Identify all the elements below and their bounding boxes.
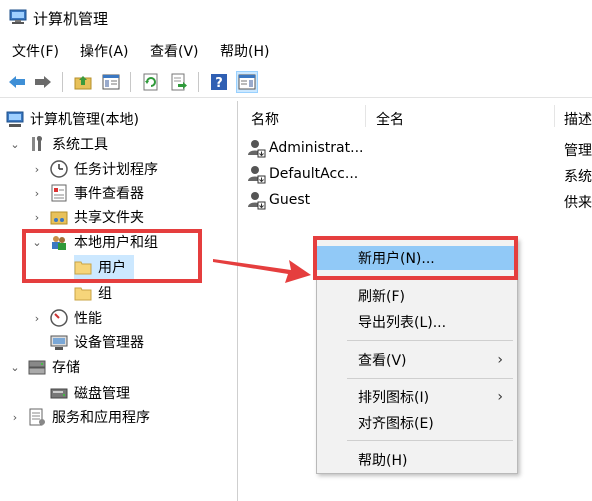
tree-item-services-apps[interactable]: › 服务和应用程序 — [8, 405, 150, 429]
event-viewer-icon — [50, 184, 68, 202]
column-header-fullname[interactable]: 全名 — [376, 109, 404, 129]
chevron-right-icon: › — [497, 352, 503, 368]
device-manager-icon — [50, 333, 68, 351]
column-header-name[interactable]: 名称 — [251, 109, 279, 129]
user-name: DefaultAcc... — [269, 166, 359, 182]
menu-file[interactable]: 文件(F) — [12, 41, 59, 61]
column-header-description[interactable]: 描述 — [564, 109, 592, 129]
chevron-right-icon[interactable]: › — [30, 162, 44, 176]
tree-item-root[interactable]: 计算机管理(本地) — [6, 107, 139, 131]
forward-arrow-icon[interactable] — [32, 71, 54, 93]
tree-item-system-tools[interactable]: ⌄ 系统工具 — [8, 132, 108, 156]
annotation-arrow-icon — [213, 259, 311, 283]
annotation-highlight-box — [313, 236, 518, 280]
menu-item-export-list[interactable]: 导出列表(L)... — [317, 310, 517, 334]
up-folder-icon[interactable] — [72, 71, 94, 93]
console-tree-icon[interactable] — [100, 71, 122, 93]
tree-item-task-scheduler[interactable]: › 任务计划程序 — [30, 157, 158, 181]
user-icon — [246, 138, 266, 158]
export-list-icon[interactable] — [168, 71, 190, 93]
tree-item-device-manager[interactable]: 设备管理器 — [50, 330, 144, 354]
computer-management-icon — [6, 110, 24, 128]
tree-label: 设备管理器 — [74, 335, 144, 351]
tree-label: 任务计划程序 — [74, 162, 158, 178]
tree-label: 计算机管理(本地) — [30, 112, 139, 128]
tree-label: 事件查看器 — [74, 186, 144, 202]
tree-label: 磁盘管理 — [74, 386, 130, 402]
menu-item-arrange-icons[interactable]: 排列图标(I) › — [317, 385, 517, 409]
chevron-right-icon[interactable]: › — [30, 311, 44, 325]
menu-view[interactable]: 查看(V) — [150, 41, 199, 61]
help-icon[interactable]: ? — [208, 71, 230, 93]
tree-label: 服务和应用程序 — [52, 410, 150, 426]
refresh-icon[interactable] — [140, 71, 162, 93]
user-icon — [246, 164, 266, 184]
user-name: Guest — [269, 192, 311, 208]
toolbar: ? — [0, 66, 592, 98]
tree-label: 存储 — [52, 360, 80, 376]
tree-label: 共享文件夹 — [74, 210, 144, 226]
tree-item-shared-folders[interactable]: › 共享文件夹 — [30, 205, 144, 229]
storage-icon — [28, 358, 46, 376]
chevron-right-icon[interactable]: › — [30, 186, 44, 200]
menu-help[interactable]: 帮助(H) — [220, 41, 269, 61]
tree-label: 系统工具 — [52, 137, 108, 153]
tree-item-performance[interactable]: › 性能 — [30, 306, 102, 330]
list-item[interactable]: Administrat... — [246, 137, 363, 159]
disk-icon — [50, 384, 68, 402]
computer-management-icon — [9, 9, 27, 24]
user-description: 系统 — [564, 169, 592, 185]
svg-text:?: ? — [215, 76, 223, 91]
chevron-right-icon[interactable]: › — [8, 410, 22, 424]
list-item[interactable]: DefaultAcc... — [246, 163, 358, 185]
menu-bar: 文件(F) 操作(A) 查看(V) 帮助(H) — [0, 38, 592, 62]
menu-item-refresh[interactable]: 刷新(F) — [317, 284, 517, 308]
menu-item-label: 排列图标(I) — [358, 390, 430, 406]
shared-folder-icon — [50, 208, 68, 226]
services-icon — [28, 408, 46, 426]
performance-icon — [50, 309, 68, 327]
menu-item-help[interactable]: 帮助(H) — [317, 448, 517, 472]
tree-item-event-viewer[interactable]: › 事件查看器 — [30, 181, 144, 205]
tree-label: 组 — [98, 286, 112, 302]
tree-item-disk-management[interactable]: 磁盘管理 — [50, 381, 130, 405]
window-title: 计算机管理 — [33, 10, 109, 28]
menu-action[interactable]: 操作(A) — [80, 41, 129, 61]
user-description: 管理 — [564, 143, 592, 159]
properties-icon[interactable] — [236, 71, 258, 93]
console-tree: 计算机管理(本地) ⌄ 系统工具 › 任务计划程序 › 事件查看器 › 共享文件… — [0, 101, 238, 501]
back-arrow-icon[interactable] — [6, 71, 28, 93]
menu-item-label: 查看(V) — [358, 353, 407, 369]
chevron-down-icon[interactable]: ⌄ — [8, 360, 22, 374]
tree-label: 性能 — [74, 311, 102, 327]
tree-item-storage[interactable]: ⌄ 存储 — [8, 355, 80, 379]
list-item[interactable]: Guest — [246, 189, 310, 211]
tools-icon — [28, 135, 46, 153]
clock-icon — [50, 160, 68, 178]
annotation-highlight-box — [22, 229, 202, 283]
title-bar: 计算机管理 — [0, 0, 592, 34]
chevron-right-icon[interactable]: › — [30, 210, 44, 224]
tree-item-groups[interactable]: 组 — [74, 281, 112, 305]
user-name: Administrat... — [269, 140, 364, 156]
chevron-right-icon: › — [497, 389, 503, 405]
menu-item-align-icons[interactable]: 对齐图标(E) — [317, 411, 517, 435]
chevron-down-icon[interactable]: ⌄ — [8, 137, 22, 151]
user-icon — [246, 190, 266, 210]
user-description: 供来 — [564, 195, 592, 211]
menu-item-view[interactable]: 查看(V) › — [317, 348, 517, 372]
folder-icon — [74, 284, 92, 302]
